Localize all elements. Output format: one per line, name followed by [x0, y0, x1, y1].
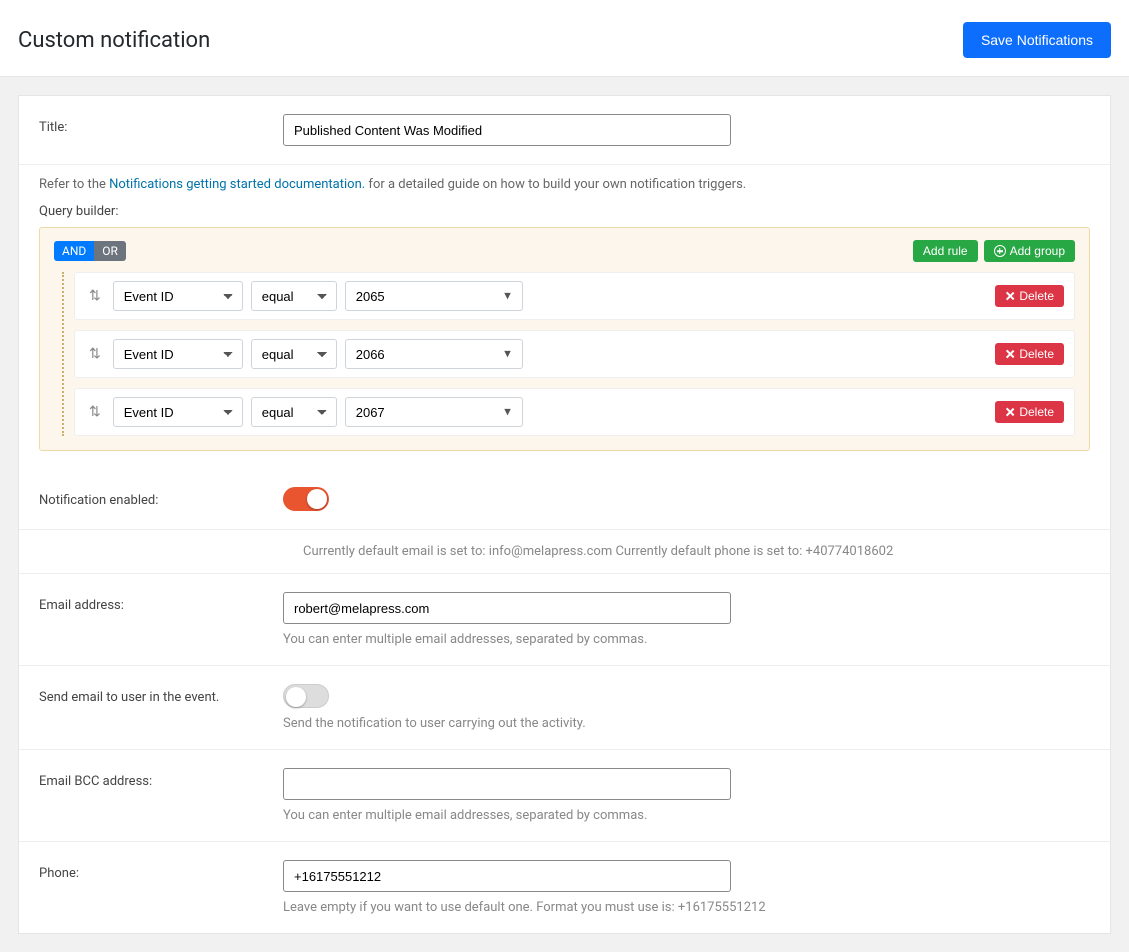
phone-row: Phone: Leave empty if you want to use de… — [19, 842, 1110, 933]
page-title: Custom notification — [18, 28, 210, 53]
and-option[interactable]: AND — [54, 241, 94, 261]
title-label: Title: — [39, 114, 283, 135]
phone-label: Phone: — [39, 860, 283, 881]
rule-field-select[interactable]: Event ID — [113, 339, 243, 369]
rule-field-select[interactable]: Event ID — [113, 397, 243, 427]
add-rule-button[interactable]: Add rule — [913, 240, 978, 262]
send-user-label: Send email to user in the event. — [39, 684, 283, 705]
rule-operator-select[interactable]: equal — [251, 339, 337, 369]
phone-input[interactable] — [283, 860, 731, 892]
close-icon — [1005, 291, 1015, 301]
and-or-switch[interactable]: AND OR — [54, 241, 126, 261]
page-header: Custom notification Save Notifications — [0, 0, 1129, 77]
delete-rule-button[interactable]: Delete — [995, 401, 1064, 423]
drag-handle-icon[interactable]: ⇅ — [85, 346, 105, 362]
bcc-label: Email BCC address: — [39, 768, 283, 789]
send-user-toggle[interactable] — [283, 684, 329, 708]
save-notifications-button[interactable]: Save Notifications — [963, 22, 1111, 58]
rule-row: ⇅Event IDequal▾Delete — [74, 388, 1075, 436]
title-input[interactable] — [283, 114, 731, 146]
close-icon — [1005, 407, 1015, 417]
send-user-help: Send the notification to user carrying o… — [283, 716, 1090, 731]
rule-value-input[interactable] — [345, 397, 523, 427]
rule-operator-select[interactable]: equal — [251, 281, 337, 311]
bcc-help: You can enter multiple email addresses, … — [283, 808, 1090, 823]
delete-rule-button[interactable]: Delete — [995, 343, 1064, 365]
query-builder: AND OR Add rule Add group ⇅ Event ID equal… — [39, 227, 1090, 451]
delete-rule-button[interactable]: Delete — [995, 285, 1064, 307]
defaults-info: Currently default email is set to: info@… — [19, 530, 1110, 574]
email-row: Email address: You can enter multiple em… — [19, 574, 1110, 666]
title-row: Title: — [19, 96, 1110, 165]
drag-handle-icon[interactable]: ⇅ — [85, 404, 105, 420]
or-option[interactable]: OR — [94, 241, 126, 261]
rule-operator-select[interactable]: equal — [251, 397, 337, 427]
rule-row: ⇅Event IDequal▾Delete — [74, 330, 1075, 378]
refer-suffix: for a detailed guide on how to build you… — [365, 177, 746, 192]
enabled-row: Notification enabled: — [19, 469, 1110, 530]
add-group-button[interactable]: Add group — [984, 240, 1075, 262]
rule-value-input[interactable] — [345, 339, 523, 369]
bcc-row: Email BCC address: You can enter multipl… — [19, 750, 1110, 842]
rule-value-input[interactable] — [345, 281, 523, 311]
close-icon — [1005, 349, 1015, 359]
enabled-label: Notification enabled: — [39, 487, 283, 508]
drag-handle-icon[interactable]: ⇅ — [85, 288, 105, 304]
send-user-row: Send email to user in the event. Send th… — [19, 666, 1110, 750]
email-label: Email address: — [39, 592, 283, 613]
refer-line: Refer to the Notifications getting start… — [39, 165, 1090, 204]
email-help: You can enter multiple email addresses, … — [283, 632, 1090, 647]
docs-link[interactable]: Notifications getting started documentat… — [109, 177, 365, 192]
bcc-input[interactable] — [283, 768, 731, 800]
rule-field-select[interactable]: Event ID — [113, 281, 243, 311]
phone-help: Leave empty if you want to use default o… — [283, 900, 1090, 915]
plus-icon — [994, 245, 1006, 257]
query-builder-label: Query builder: — [39, 204, 1090, 219]
refer-prefix: Refer to the — [39, 177, 109, 192]
rule-row: ⇅Event IDequal▾Delete — [74, 272, 1075, 320]
email-input[interactable] — [283, 592, 731, 624]
enabled-toggle[interactable] — [283, 487, 329, 511]
